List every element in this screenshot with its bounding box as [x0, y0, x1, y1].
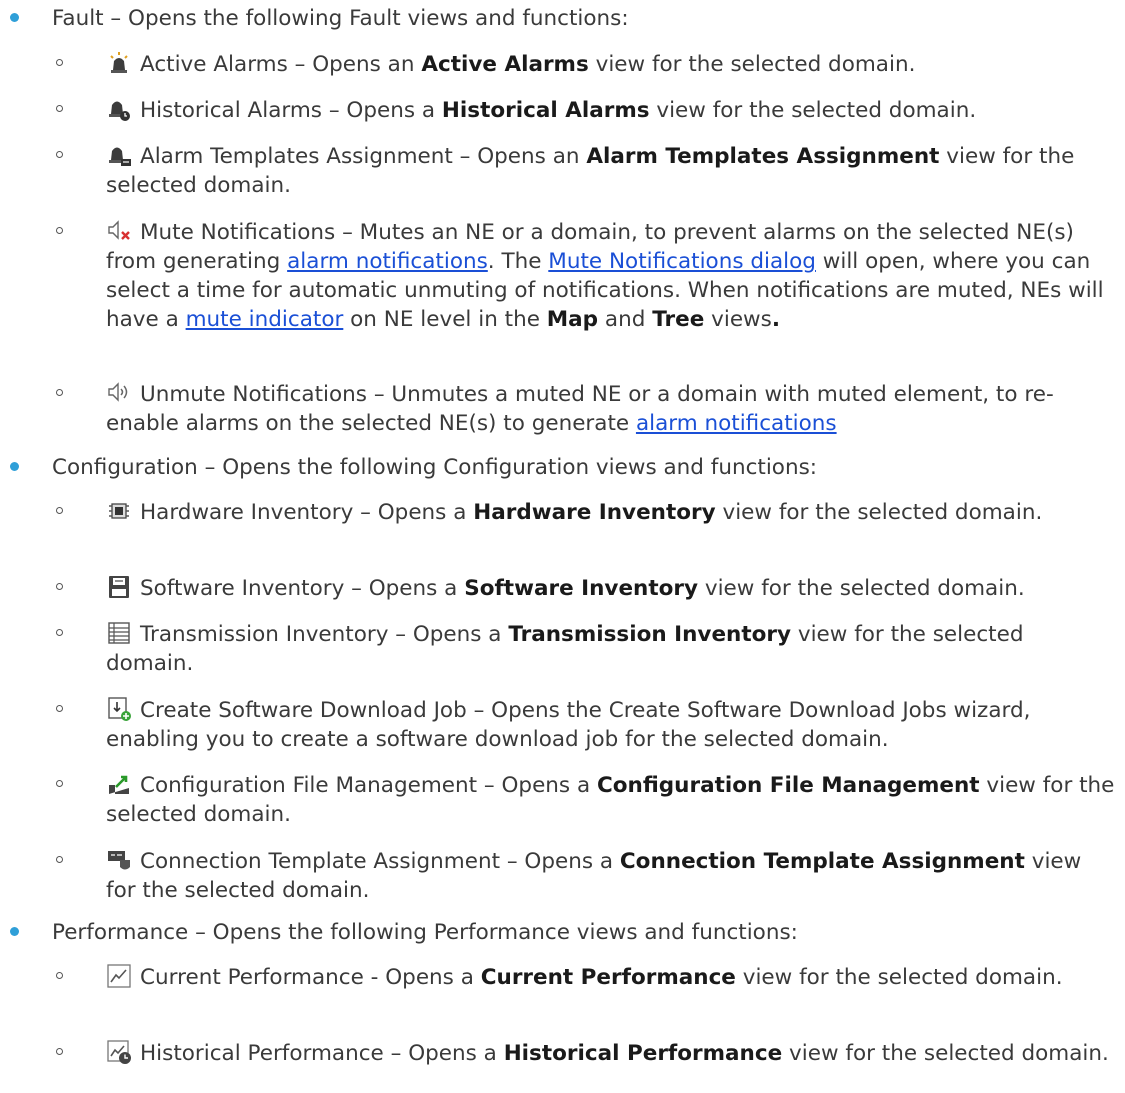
chart-line-icon — [106, 963, 132, 989]
document-page: Fault – Opens the following Fault views … — [0, 0, 1125, 1093]
list-item-alarm-templates: Alarm Templates Assignment – Opens an Al… — [56, 142, 1117, 200]
list-item-transmission-inventory: Transmission Inventory – Opens a Transmi… — [56, 620, 1117, 678]
list-item-create-software-download-job: Create Software Download Job – Opens the… — [56, 696, 1117, 754]
fault-text: Fault – Opens the following Fault views … — [52, 6, 629, 31]
sub-bullet — [56, 227, 63, 234]
sub-bullet — [56, 629, 63, 636]
siren-bell-icon — [106, 50, 132, 76]
sub-bullet — [56, 389, 63, 396]
sub-bullet — [56, 59, 63, 66]
bullet — [10, 13, 19, 22]
list-item-connection-template-assignment: Connection Template Assignment – Opens a… — [56, 847, 1117, 905]
sub-bullet — [56, 105, 63, 112]
bullet — [10, 462, 19, 471]
bell-clock-icon — [106, 96, 132, 122]
bullet — [10, 927, 19, 936]
list-item-historical-alarms: Historical Alarms – Opens a Historical A… — [56, 96, 1117, 125]
list-item-performance: Performance – Opens the following Perfor… — [10, 918, 1117, 947]
list-item-mute-notifications: Mute Notifications – Mutes an NE or a do… — [56, 218, 1117, 334]
list-item-unmute-notifications: Unmute Notifications – Unmutes a muted N… — [56, 380, 1117, 438]
sub-bullet — [56, 507, 63, 514]
sub-bullet — [56, 151, 63, 158]
bell-template-icon — [106, 142, 132, 168]
chart-clock-icon — [106, 1039, 132, 1065]
speaker-muted-icon — [106, 218, 132, 244]
config-file-icon — [106, 771, 132, 797]
sub-bullet — [56, 1048, 63, 1055]
list-item-hardware-inventory: Hardware Inventory – Opens a Hardware In… — [56, 498, 1117, 527]
configuration-text: Configuration – Opens the following Conf… — [52, 455, 818, 480]
sub-bullet — [56, 583, 63, 590]
sub-bullet — [56, 972, 63, 979]
list-item-current-performance: Current Performance - Opens a Current Pe… — [56, 963, 1117, 992]
list-item-configuration-file-management: Configuration File Management – Opens a … — [56, 771, 1117, 829]
list-item-software-inventory: Software Inventory – Opens a Software In… — [56, 574, 1117, 603]
mute-notifications-dialog-link[interactable]: Mute Notifications dialog — [548, 249, 816, 274]
sub-bullet — [56, 856, 63, 863]
alarm-notifications-link-2[interactable]: alarm notifications — [636, 411, 837, 436]
table-list-icon — [106, 620, 132, 646]
sub-bullet — [56, 705, 63, 712]
list-item-active-alarms: Active Alarms – Opens an Active Alarms v… — [56, 50, 1117, 79]
performance-text: Performance – Opens the following Perfor… — [52, 920, 798, 945]
floppy-disk-icon — [106, 574, 132, 600]
list-item-configuration: Configuration – Opens the following Conf… — [10, 453, 1117, 482]
list-item-historical-performance: Historical Performance – Opens a Histori… — [56, 1039, 1117, 1068]
speaker-sound-icon — [106, 380, 132, 406]
alarm-notifications-link[interactable]: alarm notifications — [287, 249, 488, 274]
list-item-fault: Fault – Opens the following Fault views … — [10, 4, 1117, 33]
download-job-icon — [106, 696, 132, 722]
mute-indicator-link[interactable]: mute indicator — [186, 307, 344, 332]
connection-template-icon — [106, 847, 132, 873]
chip-icon — [106, 498, 132, 524]
sub-bullet — [56, 780, 63, 787]
